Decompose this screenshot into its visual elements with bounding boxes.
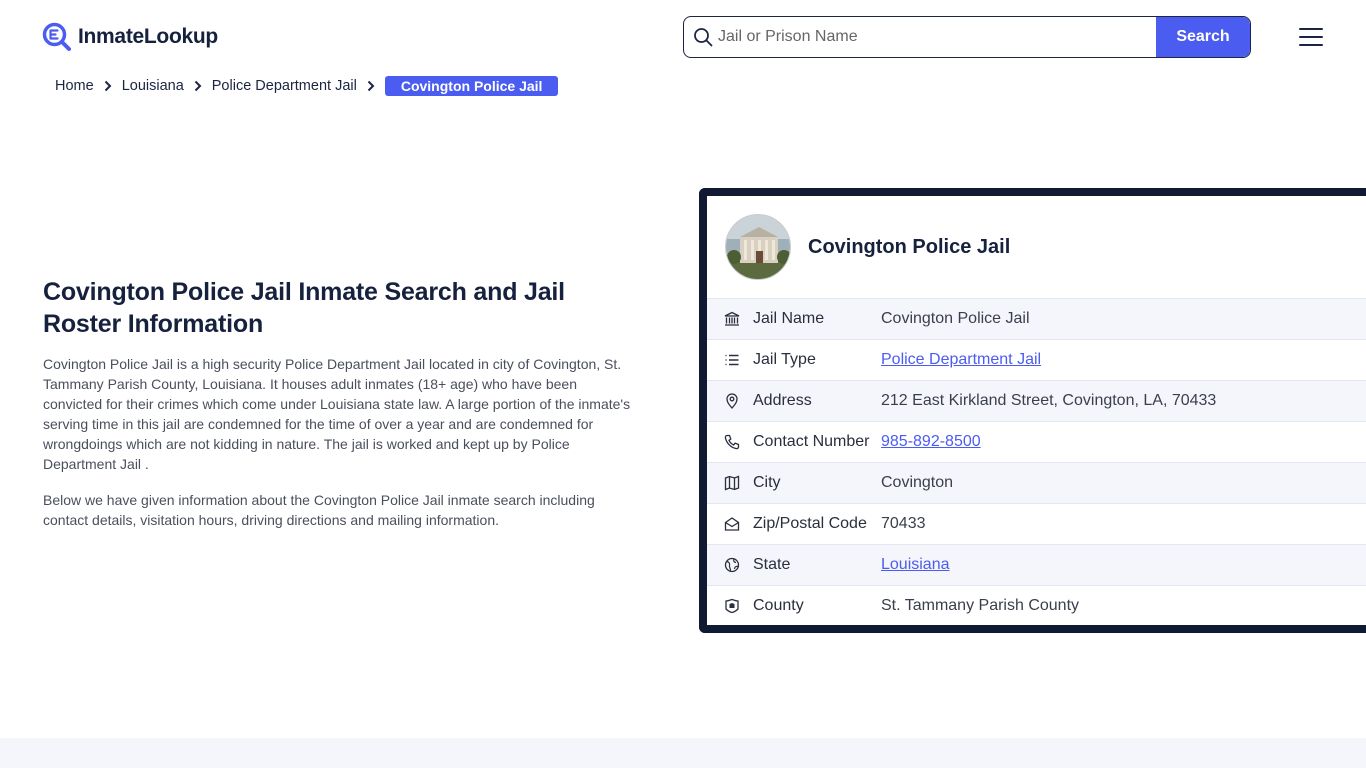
hamburger-menu-icon[interactable] xyxy=(1299,28,1323,46)
breadcrumb: Home Louisiana Police Department Jail Co… xyxy=(55,76,559,96)
info-table: Jail Name Covington Police Jail Jail Typ… xyxy=(707,298,1366,626)
phone-link[interactable]: 985-892-8500 xyxy=(881,433,981,451)
logo-text: InmateLookup xyxy=(78,25,218,48)
info-row-state: State Louisiana xyxy=(707,544,1366,585)
row-value: 212 East Kirkland Street, Covington, LA,… xyxy=(881,392,1217,409)
breadcrumb-home[interactable]: Home xyxy=(55,78,94,94)
row-label: City xyxy=(753,474,781,491)
info-row-jail-type: Jail Type Police Department Jail xyxy=(707,339,1366,380)
info-row-county: County St. Tammany Parish County xyxy=(707,585,1366,626)
row-label: Contact Number xyxy=(753,433,870,450)
info-row-zip: Zip/Postal Code 70433 xyxy=(707,503,1366,544)
row-value: 70433 xyxy=(881,515,926,532)
row-label: Address xyxy=(753,392,812,409)
list-icon xyxy=(707,352,753,368)
bank-icon xyxy=(707,311,753,327)
chevron-right-icon xyxy=(194,80,202,92)
jail-photo xyxy=(725,214,791,280)
globe-icon xyxy=(707,557,753,573)
map-icon xyxy=(707,475,753,491)
search-input[interactable] xyxy=(718,17,1156,57)
intro-paragraph: Covington Police Jail is a high security… xyxy=(43,356,631,472)
breadcrumb-louisiana[interactable]: Louisiana xyxy=(122,78,184,94)
logo-icon xyxy=(42,22,71,51)
page-title: Covington Police Jail Inmate Search and … xyxy=(43,278,565,338)
search-icon xyxy=(684,17,718,57)
row-label: Zip/Postal Code xyxy=(753,515,867,532)
chevron-right-icon xyxy=(104,80,112,92)
row-value: Covington Police Jail xyxy=(881,310,1030,327)
row-label: State xyxy=(753,556,791,573)
info-paragraph: Below we have given information about th… xyxy=(43,492,595,528)
phone-icon xyxy=(707,434,753,450)
info-row-jail-name: Jail Name Covington Police Jail xyxy=(707,298,1366,339)
jail-type-link[interactable]: Police Department Jail xyxy=(881,351,1041,369)
site-logo[interactable]: InmateLookup xyxy=(42,22,218,52)
row-label: Jail Name xyxy=(753,310,825,327)
card-title: Covington Police Jail xyxy=(808,235,1011,258)
breadcrumb-police-department-jail[interactable]: Police Department Jail xyxy=(212,78,357,94)
jail-info-card: Covington Police Jail Jail Name Covingto… xyxy=(699,188,1366,633)
info-row-city: City Covington xyxy=(707,462,1366,503)
footer-band xyxy=(0,738,1366,768)
breadcrumb-current: Covington Police Jail xyxy=(384,76,559,96)
row-value: Covington xyxy=(881,474,954,491)
badge-icon xyxy=(707,598,753,614)
row-label: Jail Type xyxy=(753,351,816,368)
chevron-right-icon xyxy=(367,80,375,92)
state-link[interactable]: Louisiana xyxy=(881,556,950,574)
info-row-address: Address 212 East Kirkland Street, Coving… xyxy=(707,380,1366,421)
location-pin-icon xyxy=(707,393,753,409)
info-row-contact-number: Contact Number 985-892-8500 xyxy=(707,421,1366,462)
mail-open-icon xyxy=(707,516,753,532)
search-form: Search xyxy=(683,16,1251,58)
card-header: Covington Police Jail xyxy=(707,196,1366,298)
search-button[interactable]: Search xyxy=(1156,17,1250,57)
row-value: St. Tammany Parish County xyxy=(881,597,1080,614)
row-label: County xyxy=(753,597,804,614)
